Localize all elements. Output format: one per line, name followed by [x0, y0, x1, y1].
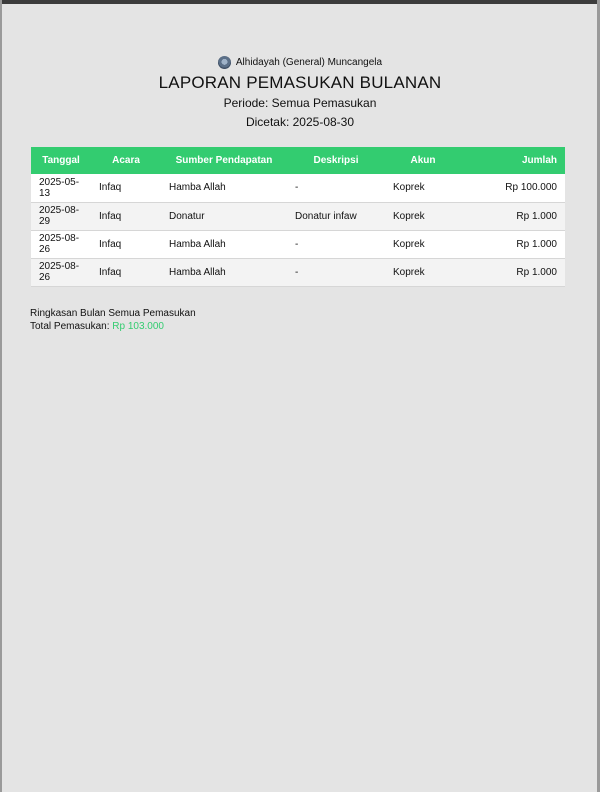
table-row: 2025-05-13 Infaq Hamba Allah - Koprek Rp…: [31, 174, 565, 202]
page-top-edge: [0, 0, 600, 4]
report-period: Periode: Semua Pemasukan: [223, 96, 377, 110]
column-header-jumlah: Jumlah: [521, 155, 557, 166]
column-header-sumber-pendapatan: Sumber Pendapatan: [175, 155, 273, 166]
cell-acara: Infaq: [99, 210, 122, 222]
cell-akun: Koprek: [393, 182, 425, 194]
cell-sumber-pendapatan: Hamba Allah: [169, 238, 226, 250]
cell-akun: Koprek: [393, 266, 425, 278]
summary-heading: Ringkasan Bulan Semua Pemasukan: [30, 308, 196, 319]
organization-name: Alhidayah (General) Muncangela: [235, 56, 383, 68]
cell-jumlah: Rp 1.000: [516, 210, 557, 222]
cell-sumber-pendapatan: Hamba Allah: [169, 182, 226, 194]
cell-deskripsi: -: [295, 266, 299, 278]
cell-deskripsi: -: [295, 238, 299, 250]
table-header-row: Tanggal Acara Sumber Pendapatan Deskrips…: [31, 147, 565, 174]
table-row: 2025-08-26 Infaq Hamba Allah - Koprek Rp…: [31, 258, 565, 286]
report-title: LAPORAN PEMASUKAN BULANAN: [158, 73, 442, 92]
summary-section: Ringkasan Bulan Semua Pemasukan Total Pe…: [30, 307, 196, 333]
cell-sumber-pendapatan: Hamba Allah: [169, 266, 226, 278]
column-header-acara: Acara: [112, 155, 140, 166]
total-value: Rp 103.000: [112, 321, 164, 332]
cell-acara: Infaq: [99, 266, 122, 278]
income-table: Tanggal Acara Sumber Pendapatan Deskrips…: [31, 147, 565, 287]
cell-acara: Infaq: [99, 182, 122, 194]
organization-logo-icon: [217, 55, 231, 69]
report-header: Alhidayah (General) Muncangela LAPORAN P…: [0, 54, 600, 129]
cell-tanggal: 2025-08-26: [39, 261, 80, 283]
organization-line: Alhidayah (General) Muncangela: [0, 54, 600, 70]
column-header-tanggal: Tanggal: [42, 155, 80, 166]
cell-akun: Koprek: [393, 210, 425, 222]
table-row: 2025-08-29 Infaq Donatur Donatur infaw K…: [31, 202, 565, 230]
cell-tanggal: 2025-08-26: [39, 233, 80, 255]
cell-sumber-pendapatan: Donatur: [169, 210, 205, 222]
cell-acara: Infaq: [99, 238, 122, 250]
cell-tanggal: 2025-08-29: [39, 205, 80, 227]
cell-akun: Koprek: [393, 238, 425, 250]
total-label: Total Pemasukan:: [30, 321, 110, 332]
table-row: 2025-08-26 Infaq Hamba Allah - Koprek Rp…: [31, 230, 565, 258]
report-printed-date: Dicetak: 2025-08-30: [245, 115, 355, 129]
summary-total-line: Total Pemasukan: Rp 103.000: [30, 320, 196, 333]
cell-jumlah: Rp 1.000: [516, 266, 557, 278]
column-header-deskripsi: Deskripsi: [313, 155, 359, 166]
cell-jumlah: Rp 100.000: [505, 182, 557, 194]
cell-tanggal: 2025-05-13: [39, 176, 80, 199]
cell-deskripsi: -: [295, 182, 299, 194]
column-header-akun: Akun: [410, 155, 436, 166]
cell-deskripsi: Donatur infaw: [295, 210, 357, 222]
cell-jumlah: Rp 1.000: [516, 238, 557, 250]
